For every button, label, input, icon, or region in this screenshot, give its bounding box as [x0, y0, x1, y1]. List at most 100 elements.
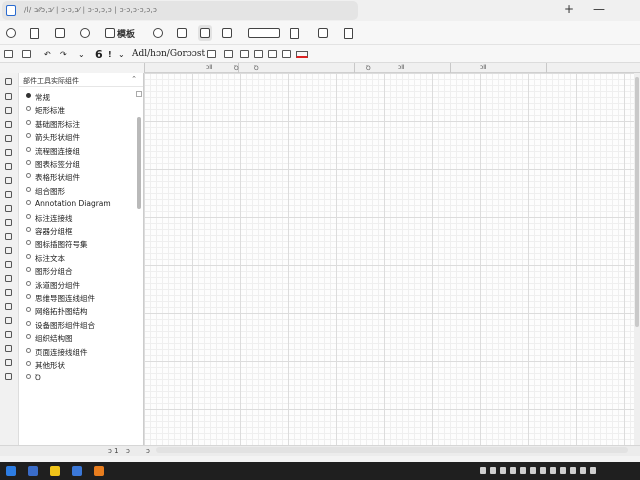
- border-button[interactable]: [224, 48, 233, 60]
- ribbon-item-9[interactable]: [248, 25, 280, 41]
- vertical-scrollbar[interactable]: [634, 73, 640, 445]
- shape-category-item[interactable]: 图表标签分组: [19, 157, 137, 170]
- grid-side-icon[interactable]: [5, 331, 12, 338]
- tray-icon[interactable]: [580, 467, 586, 474]
- ribbon-item-template[interactable]: 模板: [105, 25, 135, 41]
- line-button[interactable]: [254, 48, 263, 60]
- ribbon-item-7[interactable]: [198, 25, 212, 41]
- shape-category-item[interactable]: 思维导图连线组件: [19, 291, 137, 304]
- shape-category-item[interactable]: 箭头形状组件: [19, 130, 137, 143]
- page-nav-button[interactable]: ɔ: [126, 447, 130, 455]
- group-button[interactable]: [282, 48, 291, 60]
- tray-icon[interactable]: [540, 467, 546, 474]
- vertical-scroll-thumb[interactable]: [635, 77, 639, 327]
- text-icon[interactable]: [5, 107, 12, 114]
- scroll-up-icon[interactable]: [136, 91, 142, 97]
- ribbon-item-3[interactable]: [80, 25, 90, 41]
- shape-category-item[interactable]: 其他形状: [19, 358, 137, 371]
- ribbon-item-6[interactable]: [177, 25, 187, 41]
- document-tab[interactable]: /l/ ɔ⁄⁄ɔ,ɔ⁄ | ɔ·ɔ,ɔ⁄ | ɔ·ɔ,ɔ,ɔ | ɔ·ɔ,ɔ·ɔ…: [2, 1, 358, 20]
- shape-category-item[interactable]: 网络拓扑图结构: [19, 304, 137, 317]
- arrow-down-button[interactable]: ⌄: [78, 48, 85, 60]
- shape-category-item[interactable]: Ꝺ: [19, 371, 137, 384]
- ribbon-item-8[interactable]: [222, 25, 232, 41]
- align-button[interactable]: [207, 48, 216, 60]
- new-tab-button[interactable]: +: [559, 2, 579, 18]
- ruler-side-icon[interactable]: [5, 345, 12, 352]
- tray-icon[interactable]: [520, 467, 526, 474]
- app-taskbar-icon[interactable]: [72, 466, 82, 476]
- tray-icon[interactable]: [560, 467, 566, 474]
- shape-category-item[interactable]: 表格形状组件: [19, 170, 137, 183]
- export-side-icon[interactable]: [5, 289, 12, 296]
- tray-icon[interactable]: [480, 467, 486, 474]
- tray-icon[interactable]: [490, 467, 496, 474]
- ribbon-item-2[interactable]: [55, 25, 65, 41]
- help-icon[interactable]: [5, 359, 12, 366]
- ribbon-item-12[interactable]: [344, 25, 353, 41]
- comment-icon[interactable]: [5, 163, 12, 170]
- plugin-icon[interactable]: [5, 233, 12, 240]
- tray-icon[interactable]: [550, 467, 556, 474]
- shape-category-item[interactable]: 组织结构图: [19, 331, 137, 344]
- lock-icon[interactable]: [5, 317, 12, 324]
- layer-icon[interactable]: [5, 177, 12, 184]
- shape-category-item[interactable]: 图标插图符号集: [19, 237, 137, 250]
- redo-button[interactable]: ↷: [60, 48, 67, 60]
- search-icon[interactable]: [5, 205, 12, 212]
- minimize-button[interactable]: —: [589, 2, 609, 18]
- tray-icon[interactable]: [530, 467, 536, 474]
- diagram-app-icon[interactable]: [94, 466, 104, 476]
- chart-icon[interactable]: [5, 149, 12, 156]
- font-name-field[interactable]: Adl/hɔn/Gorɔɔst: [132, 48, 205, 60]
- undo-button[interactable]: ↶: [44, 48, 51, 60]
- style-icon[interactable]: [5, 261, 12, 268]
- fill-button[interactable]: [240, 48, 249, 60]
- panel-header[interactable]: 部件工具实际组件 ⌃: [19, 73, 143, 87]
- tray-icon[interactable]: [500, 467, 506, 474]
- table-icon[interactable]: [5, 135, 12, 142]
- shapes-icon[interactable]: [5, 93, 12, 100]
- link-icon[interactable]: [5, 219, 12, 226]
- panel-scrollbar[interactable]: [136, 91, 142, 443]
- scroll-left-button[interactable]: ɔ: [146, 447, 150, 455]
- browser-icon[interactable]: [28, 466, 38, 476]
- save-button[interactable]: [22, 48, 31, 60]
- image-icon[interactable]: [5, 121, 12, 128]
- panel-scroll-thumb[interactable]: [137, 117, 141, 209]
- shape-category-item[interactable]: 流程图连接组: [19, 144, 137, 157]
- page-indicator[interactable]: ɔ 1: [108, 447, 119, 455]
- ribbon-item-10[interactable]: [290, 25, 299, 41]
- data-icon[interactable]: [5, 275, 12, 282]
- horizontal-scrollbar[interactable]: [156, 447, 628, 453]
- ribbon-item-1[interactable]: [30, 25, 39, 41]
- ribbon-item-5[interactable]: [153, 25, 163, 41]
- shape-category-item[interactable]: 常规: [19, 90, 137, 103]
- ribbon-item-11[interactable]: [318, 25, 328, 41]
- theme-icon[interactable]: [5, 247, 12, 254]
- shape-category-item[interactable]: 标注文本: [19, 251, 137, 264]
- tray-icon[interactable]: [510, 467, 516, 474]
- history-icon[interactable]: [5, 191, 12, 198]
- font-color-button[interactable]: [296, 48, 308, 60]
- shape-category-item[interactable]: 标注连接线: [19, 211, 137, 224]
- share-side-icon[interactable]: [5, 303, 12, 310]
- format-painter-button[interactable]: [4, 48, 13, 60]
- font-size-field[interactable]: 6: [95, 48, 103, 61]
- pages-icon[interactable]: [5, 78, 12, 85]
- shape-category-item[interactable]: 容器分组框: [19, 224, 137, 237]
- collapse-icon[interactable]: ⌃: [131, 75, 137, 83]
- drawing-canvas[interactable]: [144, 73, 634, 445]
- start-icon[interactable]: [6, 466, 16, 476]
- tray-icon[interactable]: [570, 467, 576, 474]
- shape-category-item[interactable]: 组合图形: [19, 184, 137, 197]
- shape-category-item[interactable]: Annotation Diagram: [19, 197, 137, 210]
- shape-category-item[interactable]: 设备图形组件组合: [19, 318, 137, 331]
- shape-category-item[interactable]: 泳道图分组件: [19, 278, 137, 291]
- tray-icon[interactable]: [590, 467, 596, 474]
- font-dropdown-arrow[interactable]: ⌄: [118, 48, 125, 60]
- ribbon-item-0[interactable]: [6, 25, 16, 41]
- shape-category-item[interactable]: 基础图形标注: [19, 117, 137, 130]
- folder-icon[interactable]: [50, 466, 60, 476]
- shape-category-item[interactable]: 矩形标准: [19, 103, 137, 116]
